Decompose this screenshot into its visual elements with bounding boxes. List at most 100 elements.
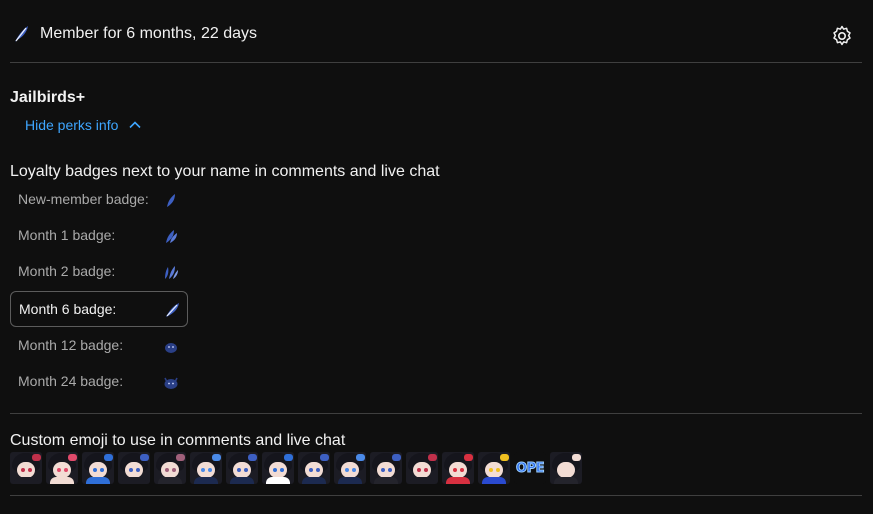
emoji-eye xyxy=(388,468,392,472)
badge-label: New-member badge: xyxy=(18,191,149,207)
emoji-body xyxy=(374,477,398,484)
chevron-up-icon xyxy=(129,121,141,129)
emoji-face xyxy=(233,462,251,478)
feather-quill-icon xyxy=(166,303,179,317)
custom-emoji[interactable] xyxy=(550,452,582,484)
emoji-eye xyxy=(568,468,572,472)
custom-emoji[interactable] xyxy=(226,452,258,484)
emoji-body xyxy=(50,477,74,484)
emoji-eye xyxy=(496,468,500,472)
emoji-body xyxy=(158,477,182,484)
emoji-eye xyxy=(64,468,68,472)
emoji-body xyxy=(122,477,146,484)
custom-emoji[interactable] xyxy=(262,452,294,484)
custom-emoji[interactable] xyxy=(406,452,438,484)
emoji-eye xyxy=(100,468,104,472)
custom-emoji[interactable] xyxy=(442,452,474,484)
emoji-acc xyxy=(104,454,113,461)
emoji-face xyxy=(161,462,179,478)
emoji-face xyxy=(413,462,431,478)
emoji-face xyxy=(557,462,575,478)
badge-row-month-6[interactable]: Month 6 badge: xyxy=(10,291,188,327)
emoji-eye xyxy=(424,468,428,472)
emoji-acc xyxy=(284,454,293,461)
badge-label: Month 6 badge: xyxy=(19,301,117,317)
emoji-body xyxy=(230,477,254,484)
badge-label: Month 24 badge: xyxy=(18,373,124,389)
emoji-eye xyxy=(129,468,133,472)
custom-emoji[interactable] xyxy=(10,452,42,484)
emoji-acc xyxy=(356,454,365,461)
feather-badge-icon xyxy=(15,26,28,42)
emoji-face xyxy=(485,462,503,478)
emoji-eye xyxy=(208,468,212,472)
emoji-eye xyxy=(417,468,421,472)
custom-emoji[interactable] xyxy=(334,452,366,484)
emoji-text: OPE xyxy=(516,460,545,476)
blob-creature-icon xyxy=(165,343,177,353)
badge-label: Month 12 badge: xyxy=(18,337,124,353)
custom-emoji[interactable] xyxy=(154,452,186,484)
emoji-acc xyxy=(572,454,581,461)
emoji-eye xyxy=(316,468,320,472)
header-divider xyxy=(10,62,862,63)
emoji-body xyxy=(410,477,434,484)
emoji-eye xyxy=(460,468,464,472)
emoji-eye xyxy=(352,468,356,472)
custom-emoji[interactable] xyxy=(82,452,114,484)
custom-emoji[interactable] xyxy=(118,452,150,484)
horned-creature-icon xyxy=(164,377,178,389)
emoji-eye xyxy=(489,468,493,472)
emoji-acc xyxy=(320,454,329,461)
custom-emoji[interactable]: OPE xyxy=(514,452,546,484)
emoji-eye xyxy=(345,468,349,472)
emoji-face xyxy=(53,462,71,478)
emoji-face xyxy=(305,462,323,478)
badge-row-new-member[interactable]: New-member badge: xyxy=(10,182,188,218)
emoji-body xyxy=(482,477,506,484)
emoji-body xyxy=(446,477,470,484)
emoji-face xyxy=(125,462,143,478)
loyalty-section-title: Loyalty badges next to your name in comm… xyxy=(10,163,440,180)
hide-perks-button[interactable]: Hide perks info xyxy=(25,117,142,133)
emoji-acc xyxy=(176,454,185,461)
emoji-acc xyxy=(140,454,149,461)
emoji-eye xyxy=(201,468,205,472)
emoji-body xyxy=(194,477,218,484)
emoji-acc xyxy=(500,454,509,461)
custom-emoji[interactable] xyxy=(370,452,402,484)
emoji-body xyxy=(338,477,362,484)
feather-triple-icon xyxy=(165,266,178,279)
emoji-body xyxy=(86,477,110,484)
gear-icon[interactable] xyxy=(830,24,854,48)
emoji-eye xyxy=(237,468,241,472)
emoji-acc xyxy=(392,454,401,461)
emoji-eye xyxy=(453,468,457,472)
custom-emoji[interactable] xyxy=(190,452,222,484)
emoji-eye xyxy=(309,468,313,472)
emoji-body xyxy=(302,477,326,484)
emoji-strip: OPE xyxy=(10,452,582,484)
emoji-face xyxy=(197,462,215,478)
emoji-eye xyxy=(244,468,248,472)
badge-label: Month 2 badge: xyxy=(18,263,116,279)
custom-emoji[interactable] xyxy=(298,452,330,484)
badge-row-month-2[interactable]: Month 2 badge: xyxy=(10,254,188,290)
emoji-face xyxy=(17,462,35,478)
emoji-eye xyxy=(381,468,385,472)
feather-double-icon xyxy=(166,230,177,243)
badge-row-month-1[interactable]: Month 1 badge: xyxy=(10,218,188,254)
custom-emoji[interactable] xyxy=(478,452,510,484)
emoji-acc xyxy=(248,454,257,461)
emoji-eye xyxy=(28,468,32,472)
emoji-acc xyxy=(212,454,221,461)
custom-emoji[interactable] xyxy=(46,452,78,484)
emoji-face xyxy=(449,462,467,478)
emoji-acc xyxy=(68,454,77,461)
emoji-eye xyxy=(561,468,565,472)
emoji-eye xyxy=(93,468,97,472)
emoji-body xyxy=(554,477,578,484)
badge-row-month-12[interactable]: Month 12 badge: xyxy=(10,328,188,364)
tier-name: Jailbirds+ xyxy=(10,89,86,106)
badge-row-month-24[interactable]: Month 24 badge: xyxy=(10,364,188,400)
